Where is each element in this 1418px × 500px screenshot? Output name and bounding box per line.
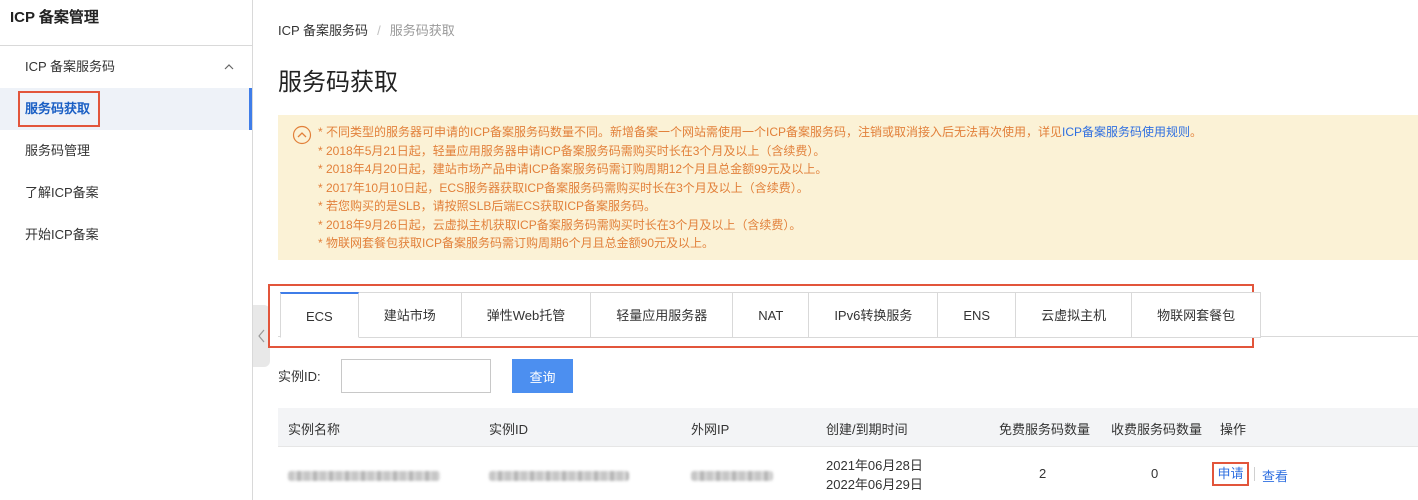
notice-line: * 不同类型的服务器可申请的ICP备案服务码数量不同。新增备案一个网站需使用一个… (318, 125, 1203, 139)
paid-code-count: 0 (1151, 466, 1159, 481)
instance-id-input[interactable] (341, 359, 491, 393)
breadcrumb-parent[interactable]: ICP 备案服务码 (278, 23, 368, 38)
breadcrumb: ICP 备案服务码 / 服务码获取 (278, 20, 455, 39)
column-header: 免费服务码数量 (999, 422, 1091, 437)
column-header: 操作 (1220, 422, 1247, 437)
table-row: 2021年06月28日 2022年06月29日 2 0 申请 查看 (278, 446, 1418, 500)
highlight-box (18, 91, 100, 127)
sidebar-item-start-icp[interactable]: 开始ICP备案 (0, 214, 252, 256)
tab-nat[interactable]: NAT (733, 292, 810, 338)
instance-table: 实例名称 实例ID 外网IP 创建/到期时间 免费服务码数量 收费服务码数量 操… (278, 408, 1418, 500)
redacted-instance-id (489, 471, 629, 481)
column-header: 收费服务码数量 (1111, 422, 1203, 437)
sidebar-item-label: 服务码管理 (25, 143, 91, 158)
service-code-rules-link[interactable]: ICP备案服务码使用规则 (1062, 125, 1190, 139)
date-cell: 2021年06月28日 2022年06月29日 (826, 456, 923, 494)
notice-line: * 2018年5月21日起，轻量应用服务器申请ICP备案服务码需购买时长在3个月… (318, 143, 826, 158)
action-divider (1254, 467, 1255, 481)
tab-site-market[interactable]: 建站市场 (358, 292, 462, 338)
sidebar-item-learn-icp[interactable]: 了解ICP备案 (0, 172, 252, 214)
sidebar-item-label: 了解ICP备案 (25, 185, 99, 200)
table-header: 实例名称 实例ID 外网IP 创建/到期时间 免费服务码数量 收费服务码数量 操… (278, 408, 1418, 446)
breadcrumb-current: 服务码获取 (389, 23, 455, 38)
tab-ens[interactable]: ENS (938, 292, 1017, 338)
sidebar-title: ICP 备案管理 (0, 0, 252, 46)
tabs-highlight-box: ECS 建站市场 弹性Web托管 轻量应用服务器 NAT IPv6转换服务 EN… (268, 284, 1262, 348)
free-code-count: 2 (1039, 466, 1047, 481)
instance-id-label: 实例ID: (278, 369, 321, 384)
notice-line: * 2018年4月20日起，建站市场产品申请ICP备案服务码需订购周期12个月且… (318, 162, 828, 176)
tab-virtual-host[interactable]: 云虚拟主机 (1016, 292, 1133, 338)
breadcrumb-separator: / (377, 23, 381, 38)
column-header: 实例ID (489, 422, 529, 437)
sidebar-item-label: 开始ICP备案 (25, 227, 99, 242)
sidebar: ICP 备案管理 ICP 备案服务码 服务码获取 服务码管理 了解ICP备案 开… (0, 0, 253, 500)
notice-panel: * 不同类型的服务器可申请的ICP备案服务码数量不同。新增备案一个网站需使用一个… (278, 115, 1418, 260)
column-header: 创建/到期时间 (826, 422, 908, 437)
tab-iot-package[interactable]: 物联网套餐包 (1132, 292, 1262, 338)
sidebar-item-get-service-code[interactable]: 服务码获取 (0, 88, 252, 130)
notice-line: * 2018年9月26日起，云虚拟主机获取ICP备案服务码需购买时长在3个月及以… (318, 217, 802, 232)
product-tabs: ECS 建站市场 弹性Web托管 轻量应用服务器 NAT IPv6转换服务 EN… (280, 292, 1262, 338)
sidebar-group-icp-service-code[interactable]: ICP 备案服务码 (0, 46, 252, 88)
notice-line: * 2017年10月10日起，ECS服务器获取ICP备案服务码需购买时长在3个月… (318, 180, 809, 195)
tab-ecs[interactable]: ECS (280, 292, 359, 338)
redacted-public-ip (691, 471, 773, 481)
chevron-up-icon (224, 64, 234, 70)
query-button[interactable]: 查询 (512, 359, 573, 393)
view-link[interactable]: 查看 (1262, 466, 1288, 485)
created-date: 2021年06月28日 (826, 458, 923, 473)
apply-link[interactable]: 申请 (1212, 462, 1249, 486)
notice-line: * 物联网套餐包获取ICP备案服务码需订购周期6个月且总金额90元及以上。 (318, 236, 715, 250)
sidebar-group-label: ICP 备案服务码 (25, 59, 116, 74)
column-header: 外网IP (691, 422, 730, 437)
expire-date: 2022年06月29日 (826, 477, 923, 492)
tab-web-hosting[interactable]: 弹性Web托管 (461, 292, 592, 338)
notice-line: * 若您购买的是SLB，请按照SLB后端ECS获取ICP备案服务码。 (318, 199, 657, 213)
main-content: ICP 备案服务码 / 服务码获取 服务码获取 * 不同类型的服务器可申请的ICP备… (254, 0, 1418, 500)
tab-ipv6[interactable]: IPv6转换服务 (809, 292, 939, 338)
tab-lightweight-server[interactable]: 轻量应用服务器 (591, 292, 734, 338)
column-header: 实例名称 (288, 422, 341, 437)
page-title: 服务码获取 (278, 69, 398, 96)
chevron-up-circle-icon[interactable] (292, 125, 312, 145)
redacted-instance-name (288, 471, 440, 481)
sidebar-item-manage-service-code[interactable]: 服务码管理 (0, 130, 252, 172)
